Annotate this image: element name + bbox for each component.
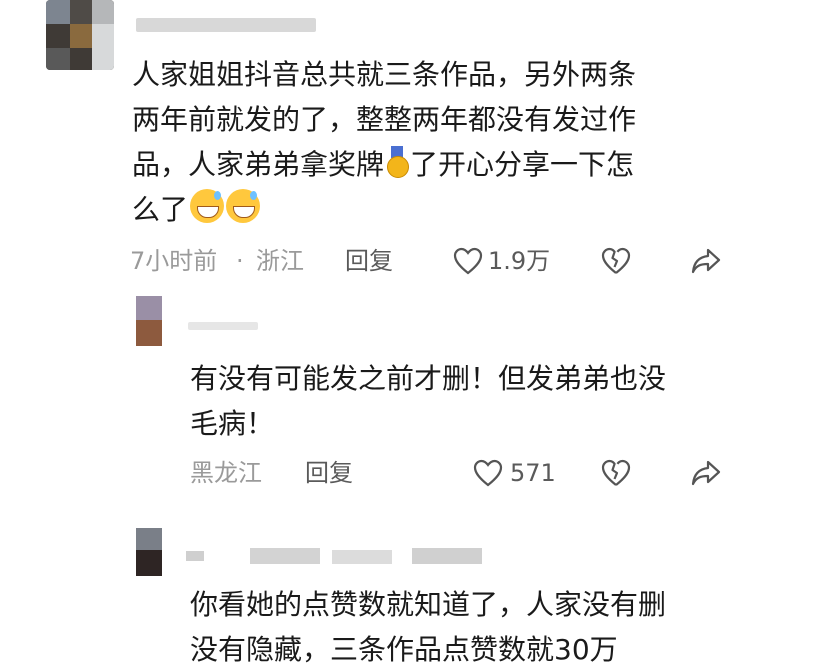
comment-line: 没有隐藏，三条作品点赞数就30万 — [190, 633, 618, 666]
comment-body: 你看她的点赞数就知道了，人家没有删 没有隐藏，三条作品点赞数就30万 — [190, 582, 790, 672]
comment-segment: 么了 — [132, 193, 189, 226]
gold-medal-emoji-icon — [386, 146, 410, 178]
comment-location: 浙江 — [256, 247, 304, 275]
avatar[interactable] — [46, 0, 114, 70]
heart-icon[interactable] — [452, 246, 484, 276]
username-redacted[interactable] — [188, 322, 258, 330]
comment-body: 人家姐姐抖音总共就三条作品，另外两条 两年前就发的了，整整两年都没有发过作 品，… — [132, 52, 772, 232]
share-icon[interactable] — [690, 459, 722, 487]
comment-line: 人家姐姐抖音总共就三条作品，另外两条 — [132, 58, 637, 91]
grinning-sweat-emoji-icon — [190, 189, 225, 223]
reply-button[interactable]: 回复 — [345, 246, 393, 276]
comment-body: 有没有可能发之前才删！但发弟弟也没 毛病！ — [190, 356, 790, 446]
comment-line: 么了 — [132, 187, 772, 232]
comment-line: 毛病！ — [190, 407, 275, 440]
username-redacted[interactable] — [136, 18, 316, 32]
comment-line: 有没有可能发之前才删！但发弟弟也没 — [190, 362, 667, 395]
comment-segment: 品，人家弟弟拿奖牌 — [132, 148, 385, 181]
username-redacted[interactable] — [186, 548, 486, 566]
like-count: 571 — [510, 459, 556, 487]
grinning-sweat-emoji-icon — [226, 189, 261, 223]
dislike-icon[interactable] — [600, 245, 632, 277]
heart-icon[interactable] — [472, 458, 504, 488]
comment-line: 品，人家弟弟拿奖牌 了开心分享一下怎 — [132, 142, 772, 187]
comment-line: 你看她的点赞数就知道了，人家没有删 — [190, 588, 667, 621]
comment-segment: 了开心分享一下怎 — [410, 148, 635, 181]
like-count: 1.9万 — [488, 247, 551, 275]
comment-location: 黑龙江 — [190, 459, 262, 487]
reply-button[interactable]: 回复 — [305, 458, 353, 488]
share-icon[interactable] — [690, 247, 722, 275]
dislike-icon[interactable] — [600, 457, 632, 489]
avatar[interactable] — [136, 296, 162, 346]
avatar[interactable] — [136, 528, 162, 576]
meta-separator: · — [236, 247, 244, 275]
comment-time: 7小时前 — [130, 247, 218, 275]
comment-line: 两年前就发的了，整整两年都没有发过作 — [132, 103, 637, 136]
